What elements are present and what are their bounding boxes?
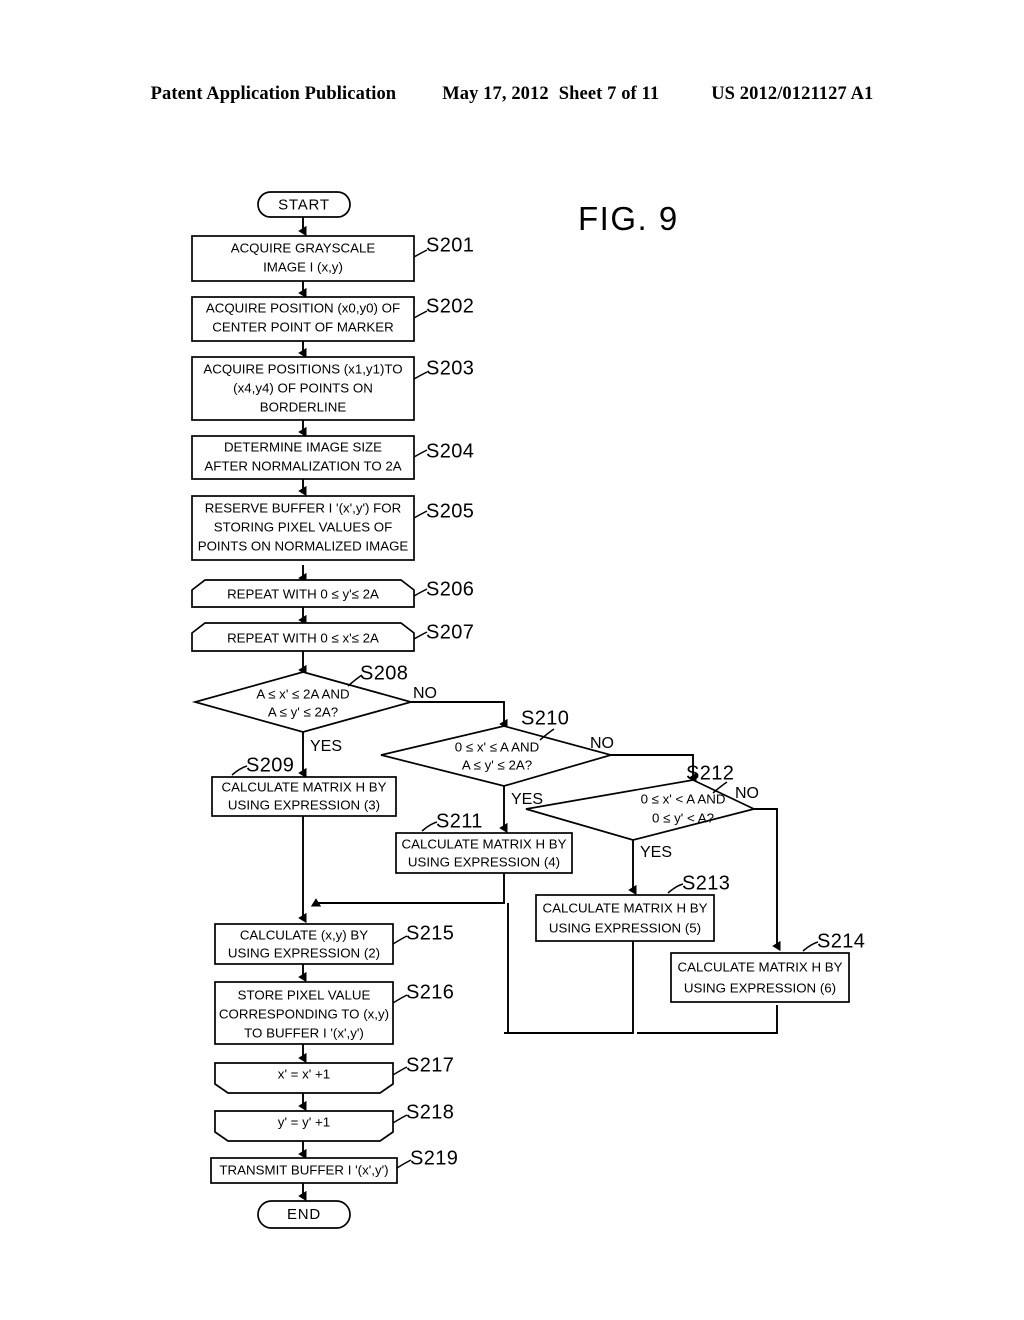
- s210-branch-no: NO: [590, 735, 614, 752]
- s216-step-label: S216: [406, 981, 454, 1003]
- s215-line-2: USING EXPRESSION (2): [228, 946, 380, 961]
- s202-line-1: ACQUIRE POSITION (x0,y0) OF: [206, 301, 400, 316]
- s210-diamond: [380, 725, 615, 787]
- s210-step-label: S210: [521, 707, 569, 729]
- s207-line-1: REPEAT WITH 0 ≤ x'≤ 2A: [227, 631, 379, 646]
- s216-line-2: CORRESPONDING TO (x,y): [219, 1007, 389, 1022]
- node-s215[interactable]: CALCULATE (x,y) BY USING EXPRESSION (2) …: [214, 922, 454, 965]
- s213-line-2: USING EXPRESSION (5): [549, 921, 701, 936]
- s209-line-2: USING EXPRESSION (3): [228, 798, 380, 813]
- s217-step-label: S217: [406, 1054, 454, 1076]
- connector-s211-merge: [316, 873, 505, 903]
- node-s203[interactable]: ACQUIRE POSITIONS (x1,y1)TO (x4,y4) OF P…: [191, 356, 474, 421]
- node-s210[interactable]: 0 ≤ x' ≤ A AND A ≤ y' ≤ 2A? S210 NO YES: [380, 707, 615, 808]
- s202-line-2: CENTER POINT OF MARKER: [212, 320, 394, 335]
- node-s216[interactable]: STORE PIXEL VALUE CORRESPONDING TO (x,y)…: [214, 981, 454, 1045]
- s207-step-label: S207: [426, 621, 474, 643]
- s218-step-label: S218: [406, 1101, 454, 1123]
- connector-s212-no-s214: [754, 808, 777, 946]
- node-s201[interactable]: ACQUIRE GRAYSCALE IMAGE I (x,y) S201: [191, 234, 474, 282]
- node-s205[interactable]: RESERVE BUFFER I '(x',y') FOR STORING PI…: [191, 495, 474, 561]
- s203-step-label: S203: [426, 357, 474, 379]
- node-s208[interactable]: A ≤ x' ≤ 2A AND A ≤ y' ≤ 2A? S208 NO YES: [191, 662, 437, 755]
- connector-s210-no-s212: [611, 754, 693, 778]
- s217-leader: [392, 1066, 408, 1076]
- s210-line-1: 0 ≤ x' ≤ A AND: [455, 740, 539, 755]
- node-s217[interactable]: x' = x' +1 S217: [214, 1054, 454, 1094]
- s219-line-1: TRANSMIT BUFFER I '(x',y'): [219, 1163, 388, 1178]
- s211-line-2: USING EXPRESSION (4): [408, 855, 560, 870]
- s203-line-2: (x4,y4) OF POINTS ON: [233, 381, 373, 396]
- s218-leader: [392, 1114, 408, 1124]
- node-start[interactable]: START: [257, 191, 351, 218]
- s201-step-label: S201: [426, 234, 474, 256]
- s212-step-label: S212: [686, 762, 734, 784]
- s216-line-1: STORE PIXEL VALUE: [238, 988, 371, 1003]
- s213-line-1: CALCULATE MATRIX H BY: [542, 901, 707, 916]
- s215-step-label: S215: [406, 922, 454, 944]
- s214-leader: [802, 941, 819, 952]
- node-s218[interactable]: y' = y' +1 S218: [214, 1101, 454, 1142]
- s214-step-label: S214: [817, 930, 865, 952]
- s212-line-2: 0 ≤ y' < A?: [652, 811, 714, 826]
- s208-branch-yes: YES: [310, 738, 342, 755]
- s211-step-label: S211: [436, 810, 483, 832]
- node-s204[interactable]: DETERMINE IMAGE SIZE AFTER NORMALIZATION…: [191, 435, 474, 480]
- node-end[interactable]: END: [257, 1200, 351, 1229]
- s213-step-label: S213: [682, 872, 730, 894]
- s215-line-1: CALCULATE (x,y) BY: [240, 928, 368, 943]
- s210-branch-yes: YES: [511, 791, 543, 808]
- s205-line-2: STORING PIXEL VALUES OF: [214, 520, 393, 535]
- s215-leader: [392, 935, 408, 945]
- s218-line-1: y' = y' +1: [278, 1115, 330, 1130]
- s219-step-label: S219: [410, 1147, 458, 1169]
- s208-line-2: A ≤ y' ≤ 2A?: [268, 705, 338, 720]
- s208-step-label: S208: [360, 662, 408, 684]
- s205-line-1: RESERVE BUFFER I '(x',y') FOR: [205, 501, 402, 516]
- s208-branch-no: NO: [413, 685, 437, 702]
- s205-line-3: POINTS ON NORMALIZED IMAGE: [198, 539, 409, 554]
- s212-line-1: 0 ≤ x' < A AND: [641, 792, 726, 807]
- s209-leader: [231, 765, 248, 776]
- end-terminator-label: END: [287, 1206, 321, 1223]
- node-s219[interactable]: TRANSMIT BUFFER I '(x',y') S219: [210, 1147, 458, 1184]
- start-terminator-label: START: [278, 196, 330, 213]
- s203-line-3: BORDERLINE: [260, 400, 347, 415]
- s203-line-1: ACQUIRE POSITIONS (x1,y1)TO: [203, 362, 402, 377]
- s219-leader: [396, 1159, 412, 1169]
- s213-leader: [667, 883, 684, 894]
- node-s211[interactable]: CALCULATE MATRIX H BY USING EXPRESSION (…: [395, 810, 573, 874]
- s212-branch-no: NO: [735, 785, 759, 802]
- s211-leader: [421, 821, 438, 832]
- s204-line-2: AFTER NORMALIZATION TO 2A: [204, 459, 401, 474]
- s209-step-label: S209: [246, 754, 294, 776]
- s205-step-label: S205: [426, 500, 474, 522]
- s208-line-1: A ≤ x' ≤ 2A AND: [256, 687, 349, 702]
- s210-line-2: A ≤ y' ≤ 2A?: [462, 758, 532, 773]
- node-s209[interactable]: CALCULATE MATRIX H BY USING EXPRESSION (…: [211, 754, 397, 817]
- s211-line-1: CALCULATE MATRIX H BY: [401, 837, 566, 852]
- node-s207[interactable]: REPEAT WITH 0 ≤ x'≤ 2A S207: [191, 621, 474, 652]
- s212-diamond: [525, 779, 757, 841]
- s206-step-label: S206: [426, 578, 474, 600]
- flowchart-diagram: START END ACQUIRE GRAYSCALE IMAGE I (x,y…: [191, 191, 865, 1229]
- s214-line-1: CALCULATE MATRIX H BY: [677, 960, 842, 975]
- s204-line-1: DETERMINE IMAGE SIZE: [224, 440, 382, 455]
- connector-s213-merge: [504, 941, 634, 1034]
- s204-step-label: S204: [426, 440, 474, 462]
- node-s202[interactable]: ACQUIRE POSITION (x0,y0) OF CENTER POINT…: [191, 295, 474, 342]
- connector-s214-merge: [637, 1005, 778, 1034]
- s216-leader: [392, 994, 408, 1004]
- s214-line-2: USING EXPRESSION (6): [684, 981, 836, 996]
- s209-line-1: CALCULATE MATRIX H BY: [221, 780, 386, 795]
- s201-line-2: IMAGE I (x,y): [263, 260, 343, 275]
- s212-branch-yes: YES: [640, 844, 672, 861]
- s217-line-1: x' = x' +1: [278, 1067, 330, 1082]
- s201-line-1: ACQUIRE GRAYSCALE: [231, 241, 376, 256]
- s202-step-label: S202: [426, 295, 474, 317]
- connector-s208-no-s210: [411, 701, 504, 724]
- node-s206[interactable]: REPEAT WITH 0 ≤ y'≤ 2A S206: [191, 578, 474, 608]
- s216-line-3: TO BUFFER I '(x',y'): [244, 1026, 364, 1041]
- s206-line-1: REPEAT WITH 0 ≤ y'≤ 2A: [227, 587, 379, 602]
